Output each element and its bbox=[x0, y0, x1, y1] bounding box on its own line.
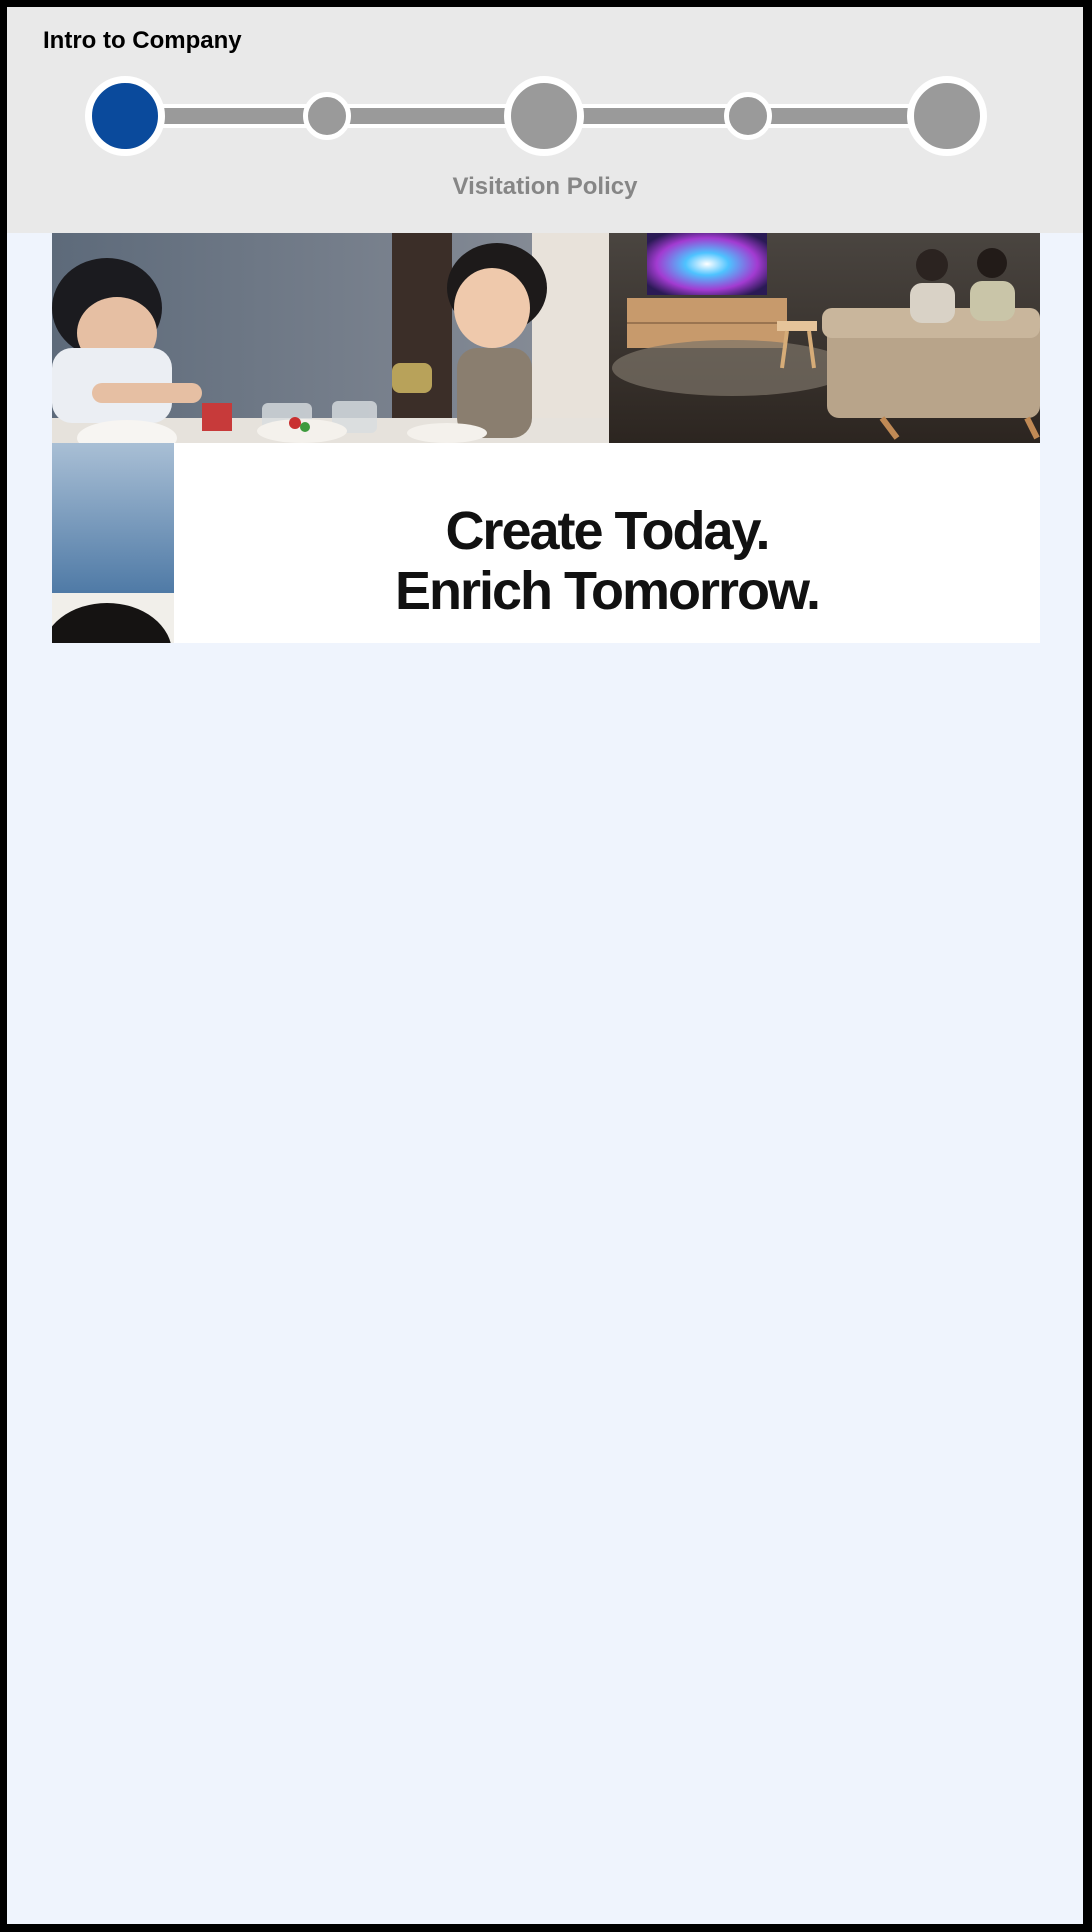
banner-headline-area: Create Today. Enrich Tomorrow. bbox=[174, 443, 1040, 643]
banner-image: Create Today. Enrich Tomorrow. bbox=[52, 233, 1040, 643]
step-4[interactable] bbox=[724, 92, 772, 140]
banner-headline-line-1: Create Today. bbox=[445, 501, 770, 561]
banner-headline-line-2: Enrich Tomorrow. bbox=[394, 561, 821, 621]
current-step-label: Visitation Policy bbox=[452, 173, 638, 200]
step-3[interactable] bbox=[504, 76, 584, 156]
step-1-active[interactable] bbox=[85, 76, 165, 156]
header: Intro to Company Visitation Policy bbox=[7, 7, 1083, 233]
progress-stepper: Visitation Policy bbox=[7, 7, 1083, 233]
app-frame: Intro to Company Visitation Policy Creat… bbox=[7, 7, 1083, 1924]
step-2[interactable] bbox=[303, 92, 351, 140]
step-5[interactable] bbox=[907, 76, 987, 156]
